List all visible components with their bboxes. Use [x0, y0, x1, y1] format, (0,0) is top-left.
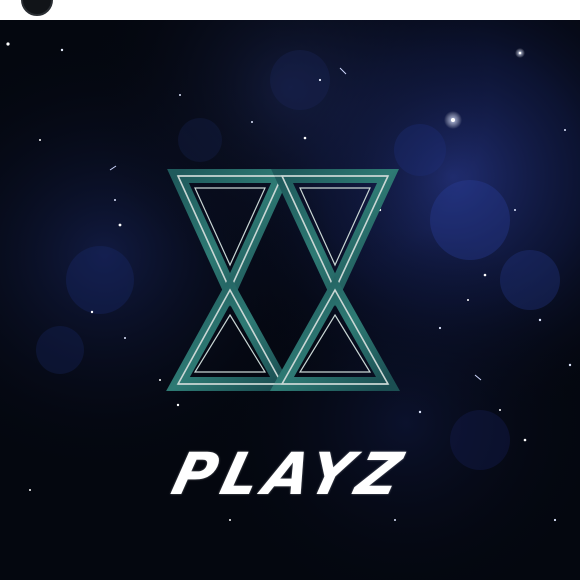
post-view: PLAYZ	[0, 0, 580, 580]
post-image: PLAYZ	[0, 20, 580, 580]
profile-avatar[interactable]	[21, 0, 53, 16]
brand-wordmark: PLAYZ	[165, 440, 415, 508]
post-header	[0, 0, 580, 20]
